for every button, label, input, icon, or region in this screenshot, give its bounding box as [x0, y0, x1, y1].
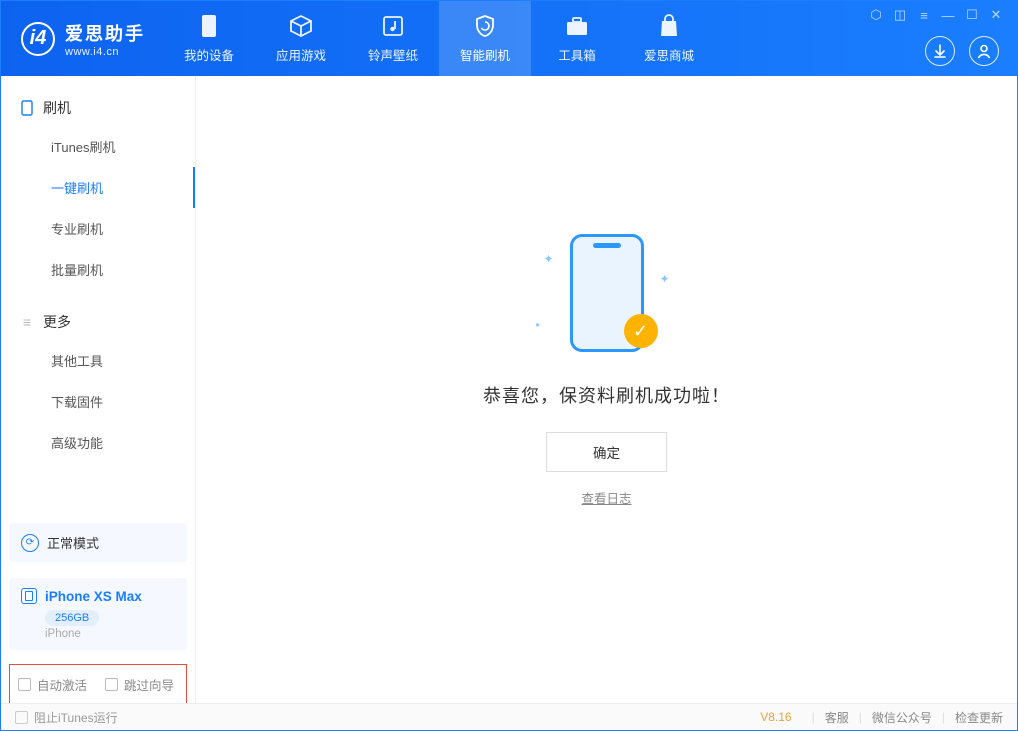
- footer-right: V8.16 | 客服 | 微信公众号 | 检查更新: [760, 709, 1003, 726]
- tab-apps-games[interactable]: 应用游戏: [255, 1, 347, 76]
- checkbox-auto-activate[interactable]: 自动激活: [18, 675, 87, 694]
- device-card[interactable]: iPhone XS Max 256GB iPhone: [9, 578, 187, 650]
- sidebar-item-itunes-flash[interactable]: iTunes刷机: [1, 126, 195, 167]
- sidebar-item-batch-flash[interactable]: 批量刷机: [1, 249, 195, 290]
- tab-label: 铃声壁纸: [368, 45, 418, 64]
- sidebar-item-other-tools[interactable]: 其他工具: [1, 340, 195, 381]
- toolbox-icon: [564, 13, 590, 39]
- device-type: iPhone: [45, 628, 175, 640]
- check-badge-icon: ✓: [624, 314, 658, 348]
- storage-badge: 256GB: [45, 610, 99, 626]
- checkbox-label: 阻止iTunes运行: [34, 709, 118, 726]
- tab-my-device[interactable]: 我的设备: [163, 1, 255, 76]
- music-icon: [380, 13, 406, 39]
- tab-label: 智能刷机: [460, 45, 510, 64]
- menu-icon[interactable]: ≡: [913, 5, 935, 25]
- checkbox-icon: [15, 711, 28, 724]
- tab-ringtones[interactable]: 铃声壁纸: [347, 1, 439, 76]
- separator: |: [942, 710, 945, 724]
- tab-smart-flash[interactable]: 智能刷机: [439, 1, 531, 76]
- sidebar-item-pro-flash[interactable]: 专业刷机: [1, 208, 195, 249]
- sidebar-item-advanced[interactable]: 高级功能: [1, 422, 195, 463]
- tab-toolbox[interactable]: 工具箱: [531, 1, 623, 76]
- user-button[interactable]: [969, 36, 999, 66]
- separator: |: [859, 710, 862, 724]
- header: i4 爱思助手 www.i4.cn 我的设备 应用游戏 铃声壁纸 智能刷机: [1, 1, 1017, 76]
- footer-link-wechat[interactable]: 微信公众号: [872, 709, 932, 726]
- tab-label: 我的设备: [184, 45, 234, 64]
- footer-link-update[interactable]: 检查更新: [955, 709, 1003, 726]
- app-url: www.i4.cn: [65, 46, 145, 58]
- app-logo-text: 爱思助手 www.i4.cn: [65, 20, 145, 58]
- checkbox-label: 自动激活: [37, 675, 87, 694]
- shield-icon: [472, 13, 498, 39]
- sidebar-item-oneclick-flash[interactable]: 一键刷机: [1, 167, 195, 208]
- checkbox-icon: [18, 678, 31, 691]
- separator: |: [812, 710, 815, 724]
- sparkle-icon: ✦: [544, 252, 554, 266]
- tab-store[interactable]: 爱思商城: [623, 1, 715, 76]
- titlebar-controls: ⬡ ◫ ≡ — ☐ ✕: [865, 1, 1017, 25]
- minimize-button[interactable]: —: [937, 5, 959, 25]
- tshirt-icon[interactable]: ⬡: [865, 5, 887, 25]
- checkbox-block-itunes[interactable]: 阻止iTunes运行: [15, 709, 118, 726]
- sparkle-icon: ✦: [659, 272, 669, 286]
- tab-label: 应用游戏: [276, 45, 326, 64]
- checkbox-skip-guide[interactable]: 跳过向导: [105, 675, 174, 694]
- device-icon: [196, 13, 222, 39]
- download-button[interactable]: [925, 36, 955, 66]
- logo: i4 爱思助手 www.i4.cn: [1, 1, 163, 76]
- mode-label: 正常模式: [47, 533, 99, 552]
- nav-tabs: 我的设备 应用游戏 铃声壁纸 智能刷机 工具箱 爱思商城: [163, 1, 715, 76]
- close-button[interactable]: ✕: [985, 5, 1007, 25]
- list-icon: ≡: [19, 314, 35, 330]
- cube-icon: [288, 13, 314, 39]
- body: 刷机 iTunes刷机 一键刷机 专业刷机 批量刷机 ≡ 更多 其他工具 下载固…: [1, 76, 1017, 705]
- success-illustration: ✦ ✦ • ✓: [542, 234, 672, 354]
- main-content: ✦ ✦ • ✓ 恭喜您，保资料刷机成功啦！ 确定 查看日志: [196, 76, 1017, 705]
- phone-icon: [19, 100, 35, 116]
- bag-icon: [656, 13, 682, 39]
- ok-button[interactable]: 确定: [546, 432, 667, 472]
- sidebar-item-download-firmware[interactable]: 下载固件: [1, 381, 195, 422]
- group-title: 刷机: [43, 98, 71, 118]
- sidebar-scroll: 刷机 iTunes刷机 一键刷机 专业刷机 批量刷机 ≡ 更多 其他工具 下载固…: [1, 76, 195, 515]
- header-right: [925, 36, 999, 66]
- device-icon: [21, 588, 37, 604]
- checkbox-label: 跳过向导: [124, 675, 174, 694]
- footer: 阻止iTunes运行 V8.16 | 客服 | 微信公众号 | 检查更新: [1, 703, 1017, 730]
- footer-link-support[interactable]: 客服: [825, 709, 849, 726]
- sidebar-group-more: ≡ 更多: [1, 304, 195, 340]
- tab-label: 工具箱: [558, 45, 596, 64]
- version-label: V8.16: [760, 710, 791, 724]
- mode-icon: ⟳: [21, 534, 39, 552]
- app-window: i4 爱思助手 www.i4.cn 我的设备 应用游戏 铃声壁纸 智能刷机: [0, 0, 1018, 731]
- app-logo-icon: i4: [21, 22, 55, 56]
- success-message: 恭喜您，保资料刷机成功啦！: [483, 382, 730, 408]
- lock-icon[interactable]: ◫: [889, 5, 911, 25]
- mode-card[interactable]: ⟳ 正常模式: [9, 523, 187, 562]
- sidebar: 刷机 iTunes刷机 一键刷机 专业刷机 批量刷机 ≡ 更多 其他工具 下载固…: [1, 76, 196, 705]
- group-title: 更多: [43, 312, 71, 332]
- view-log-link[interactable]: 查看日志: [581, 488, 631, 507]
- app-name: 爱思助手: [65, 20, 145, 46]
- maximize-button[interactable]: ☐: [961, 5, 983, 25]
- checkbox-icon: [105, 678, 118, 691]
- tab-label: 爱思商城: [644, 45, 694, 64]
- sidebar-group-flash: 刷机: [1, 90, 195, 126]
- sparkle-icon: •: [536, 318, 540, 332]
- checkbox-highlight-row: 自动激活 跳过向导: [9, 664, 187, 705]
- device-name: iPhone XS Max: [45, 589, 142, 604]
